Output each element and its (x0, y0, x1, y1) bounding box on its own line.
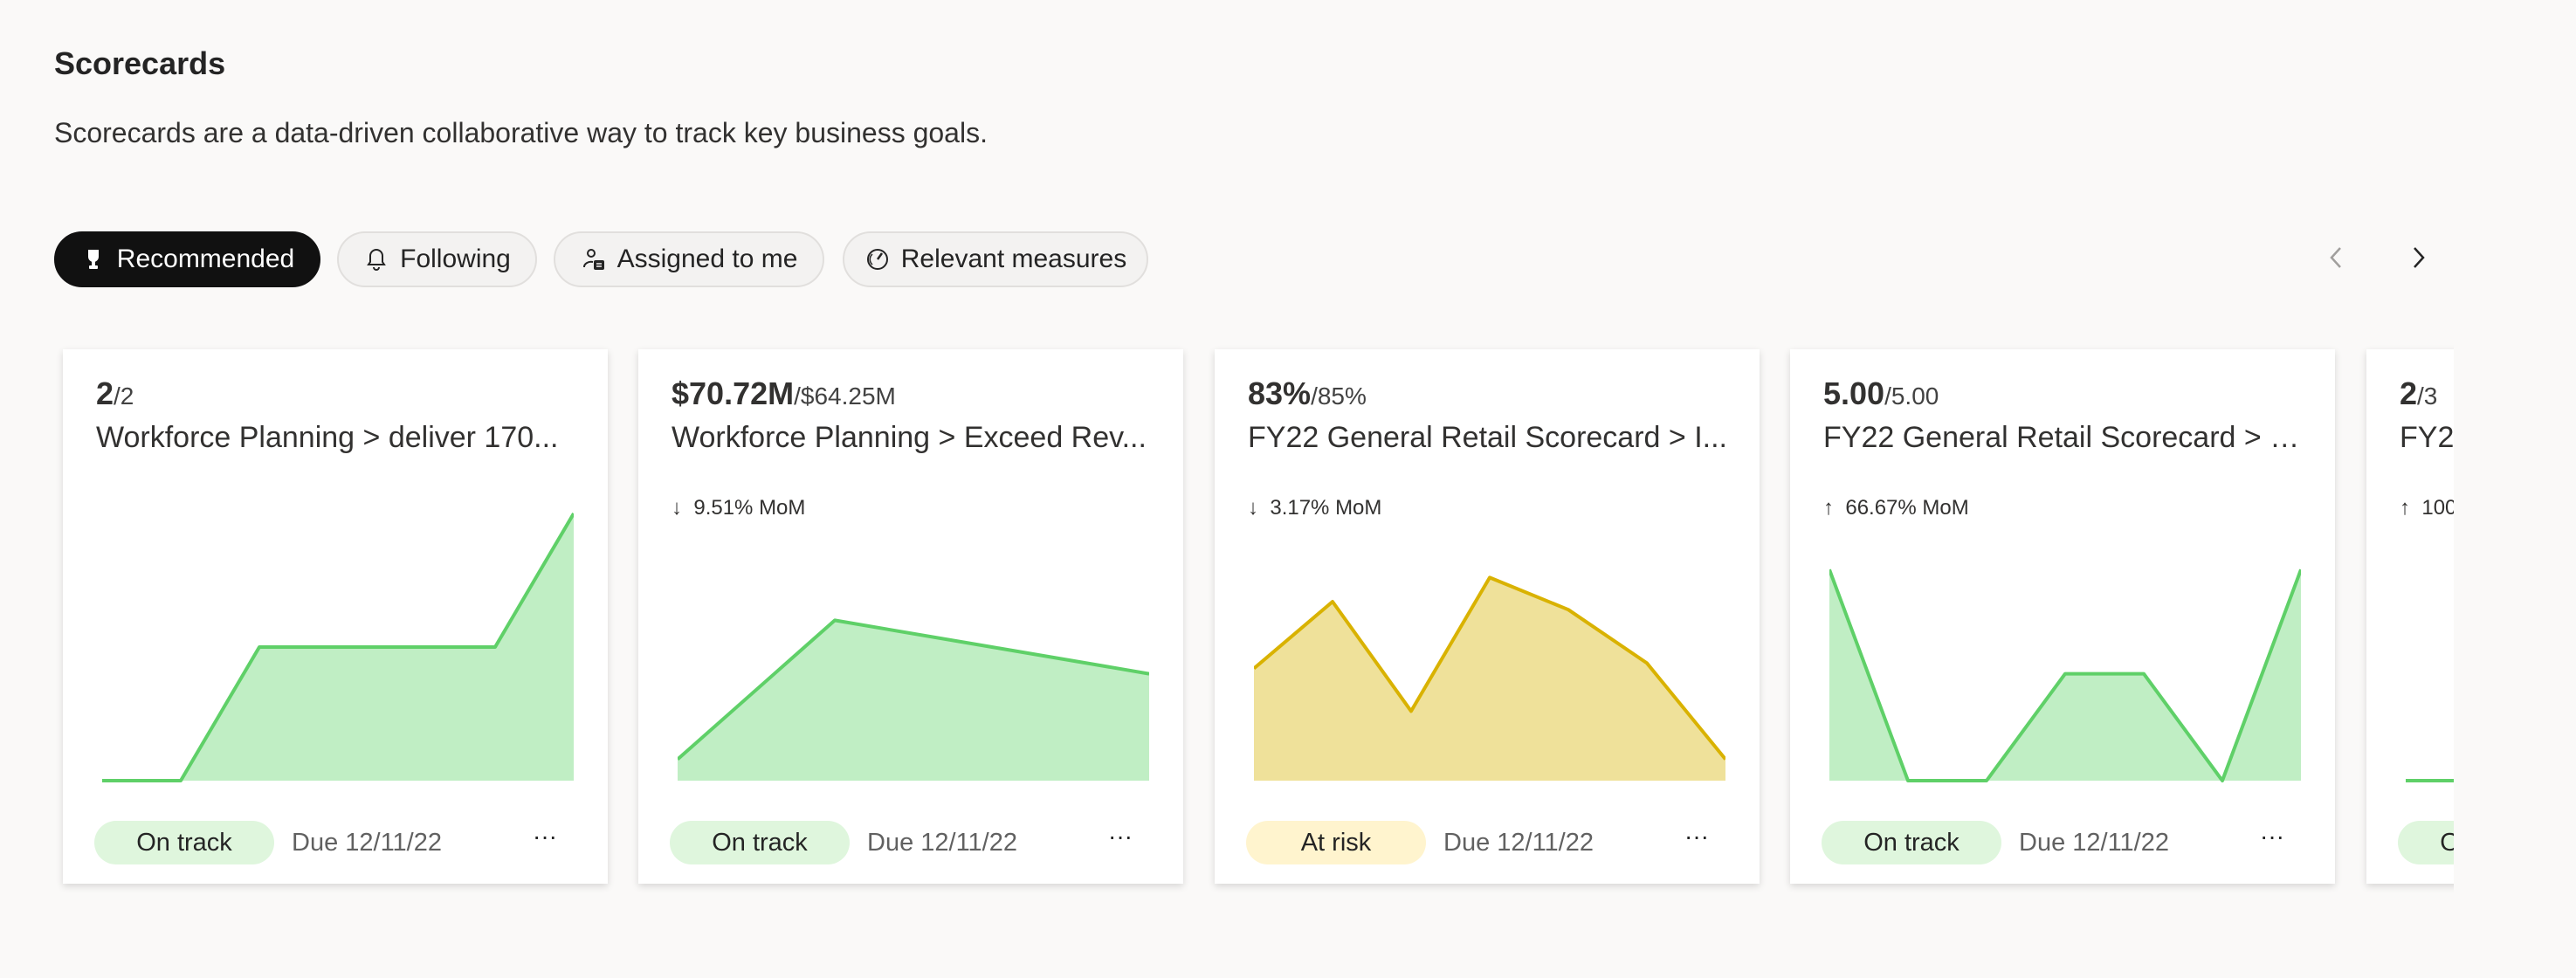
mom-change: ↑ 100 (2400, 496, 2454, 520)
arrow-down-icon: ↓ (1248, 496, 1258, 520)
carousel-prev-button[interactable] (2314, 236, 2358, 279)
more-options-button[interactable]: ··· (2253, 821, 2291, 859)
filter-chip-label: Recommended (116, 244, 295, 273)
page-title: Scorecards (54, 45, 226, 81)
status-badge: On track (2398, 821, 2454, 864)
carousel-next-button[interactable] (2397, 236, 2441, 279)
due-date: Due 12/11/22 (1443, 829, 1594, 857)
mom-value: 66.67% MoM (1845, 496, 1969, 520)
status-badge: On track (1822, 821, 2001, 864)
due-date: Due 12/11/22 (292, 829, 442, 857)
status-badge: On track (94, 821, 274, 864)
filter-chip-assigned-to-me[interactable]: Assigned to me (554, 231, 824, 287)
chevron-right-icon (2414, 247, 2425, 268)
mom-value: 9.51% MoM (693, 496, 806, 520)
goal-name[interactable]: FY22 General Retail Scorecard > C... (1823, 421, 2304, 455)
mom-change: ↓ 9.51% MoM (672, 496, 805, 520)
sparkline-chart (2406, 779, 2454, 782)
filter-chip-label: Relevant measures (900, 244, 1127, 273)
target-value: /85% (1311, 382, 1367, 410)
scorecard-card[interactable]: 83%/85% FY22 General Retail Scorecard > I… (1215, 349, 1760, 884)
status-badge: On track (670, 821, 850, 864)
arrow-up-icon: ↑ (2400, 496, 2410, 520)
mom-value: 3.17% MoM (1270, 496, 1382, 520)
measure-value: 2/2 (96, 375, 134, 412)
more-options-button[interactable]: ··· (1101, 821, 1140, 859)
target-value: /3 (2417, 382, 2438, 410)
scorecard-card[interactable]: $70.72M/$64.25M Workforce Planning > Exce… (638, 349, 1183, 884)
sparkline-chart (1254, 575, 1725, 781)
gauge-icon (866, 249, 888, 270)
goal-name[interactable]: FY22 General Retail Scorecard > I... (1248, 421, 1728, 455)
current-value: 5.00 (1823, 375, 1885, 411)
more-options-button[interactable]: ··· (526, 821, 564, 859)
page-description: Scorecards are a data-driven collaborati… (54, 117, 988, 148)
status-badge: At risk (1246, 821, 1426, 864)
arrow-down-icon: ↓ (672, 496, 682, 520)
sparkline-area (678, 620, 1149, 781)
filter-chip-label: Assigned to me (616, 244, 798, 273)
sparkline-chart (678, 618, 1149, 781)
due-date: Due 12/11/22 (2019, 829, 2169, 857)
due-date: Due 12/11/22 (867, 829, 1017, 857)
mom-change: ↓ 3.17% MoM (1248, 496, 1381, 520)
sparkline-chart (102, 512, 574, 782)
chevron-left-icon (2330, 247, 2341, 268)
filter-chip-following[interactable]: Following (337, 231, 537, 287)
current-value: 2 (96, 375, 114, 411)
current-value: 83% (1248, 375, 1312, 411)
scorecard-card[interactable]: 2/2 Workforce Planning > deliver 170... On… (63, 349, 608, 884)
filter-chip-relevant-measures[interactable]: Relevant measures (843, 231, 1148, 287)
arrow-up-icon: ↑ (1823, 496, 1834, 520)
target-value: /$64.25M (794, 382, 896, 410)
sparkline-chart (1829, 568, 2301, 782)
scorecard-card[interactable]: 5.00/5.00 FY22 General Retail Scorecard >… (1790, 349, 2335, 884)
measure-value: 5.00/5.00 (1823, 375, 1939, 412)
scorecard-card[interactable]: 2/3 FY22 ↑ 100 On track (2366, 349, 2454, 884)
filter-chip-recommended[interactable]: Recommended (54, 231, 320, 287)
scorecard-carousel: 2/2 Workforce Planning > deliver 170... On… (0, 332, 2454, 926)
filter-chip-label: Following (400, 244, 511, 273)
person-assigned-icon (582, 249, 604, 270)
measure-value: 83%/85% (1248, 375, 1367, 412)
mom-change: ↑ 66.67% MoM (1823, 496, 1969, 520)
more-options-button[interactable]: ··· (1677, 821, 1716, 859)
current-value: 2 (2400, 375, 2418, 411)
goal-name[interactable]: FY22 (2400, 421, 2454, 455)
trophy-icon (87, 250, 99, 269)
target-value: /5.00 (1884, 382, 1939, 410)
measure-value: 2/3 (2400, 375, 2437, 412)
mom-value: 100 (2421, 496, 2454, 520)
bell-icon (367, 248, 386, 271)
measure-value: $70.72M/$64.25M (672, 375, 896, 412)
target-value: /2 (114, 382, 134, 410)
goal-name[interactable]: Workforce Planning > Exceed Rev... (672, 421, 1152, 455)
current-value: $70.72M (672, 375, 795, 411)
goal-name[interactable]: Workforce Planning > deliver 170... (96, 421, 576, 455)
